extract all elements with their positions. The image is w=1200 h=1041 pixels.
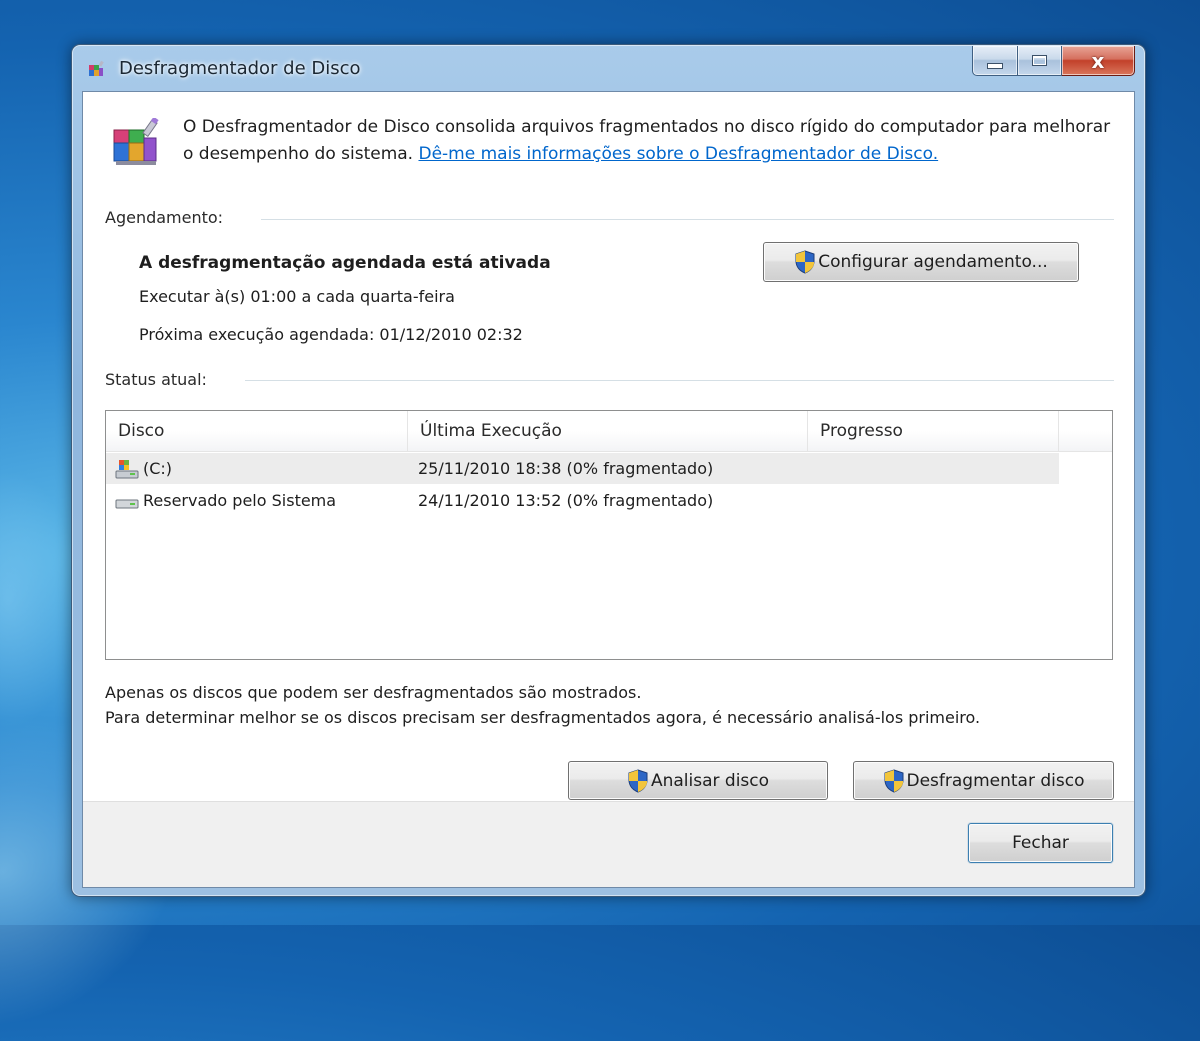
schedule-group-label: Agendamento:	[105, 208, 224, 227]
defrag-header-icon	[113, 118, 159, 165]
window-controls: x	[972, 46, 1135, 76]
minimize-button[interactable]	[972, 46, 1018, 76]
disk-row-c[interactable]: (C:) 25/11/2010 18:38 (0% fragmentado)	[106, 453, 1059, 484]
last-run-cell: 25/11/2010 18:38 (0% fragmentado)	[418, 459, 714, 478]
uac-shield-icon	[795, 250, 815, 274]
disk-list[interactable]: Disco Última Execução Progresso (C:) 25/…	[105, 410, 1113, 660]
column-header-disk[interactable]: Disco	[106, 411, 408, 451]
schedule-divider	[261, 219, 1114, 220]
dialog-footer: Fechar	[83, 801, 1134, 887]
window-title: Desfragmentador de Disco	[119, 58, 361, 79]
more-info-link[interactable]: Dê-me mais informações sobre o Desfragme…	[418, 144, 938, 164]
system-drive-icon	[115, 459, 139, 478]
configure-schedule-button[interactable]: Configurar agendamento...	[763, 242, 1079, 282]
configure-schedule-label: Configurar agendamento...	[818, 252, 1048, 272]
drive-icon	[115, 499, 139, 508]
defragment-disk-button[interactable]: Desfragmentar disco	[853, 761, 1114, 800]
disk-name: Reservado pelo Sistema	[143, 491, 337, 510]
window-client-area: O Desfragmentador de Disco consolida arq…	[82, 91, 1135, 888]
maximize-icon	[1032, 55, 1047, 66]
defrag-app-icon	[89, 60, 104, 76]
defragment-disk-label: Desfragmentar disco	[906, 770, 1085, 791]
uac-shield-icon	[628, 768, 648, 793]
minimize-icon	[987, 62, 1003, 69]
uac-shield-icon	[884, 768, 903, 793]
schedule-status: A desfragmentação agendada está ativada	[139, 253, 551, 273]
column-header-progress[interactable]: Progresso	[808, 411, 1059, 451]
next-run-time: Próxima execução agendada: 01/12/2010 02…	[139, 325, 523, 344]
disk-list-header: Disco Última Execução Progresso	[106, 411, 1112, 452]
column-header-last-run[interactable]: Última Execução	[408, 411, 808, 451]
close-window-button[interactable]: x	[1062, 46, 1135, 76]
analyze-disk-button[interactable]: Analisar disco	[568, 761, 828, 800]
desktop-light-streak	[0, 470, 80, 730]
status-divider	[245, 380, 1114, 381]
disk-name-cell: Reservado pelo Sistema	[114, 485, 336, 516]
app-description: O Desfragmentador de Disco consolida arq…	[183, 114, 1113, 168]
note-line-1: Apenas os discos que podem ser desfragme…	[105, 683, 642, 702]
note-line-2: Para determinar melhor se os discos prec…	[105, 708, 981, 727]
maximize-button[interactable]	[1018, 46, 1062, 76]
last-run-cell: 24/11/2010 13:52 (0% fragmentado)	[418, 491, 714, 510]
defrag-window: Desfragmentador de Disco x O Desfragment…	[71, 44, 1146, 897]
close-button[interactable]: Fechar	[968, 823, 1113, 863]
schedule-run-time: Executar à(s) 01:00 a cada quarta-feira	[139, 287, 455, 306]
disk-row-reserved[interactable]: Reservado pelo Sistema 24/11/2010 13:52 …	[106, 485, 1059, 516]
status-group-label: Status atual:	[105, 370, 207, 389]
close-icon: x	[1091, 48, 1105, 73]
disk-name-cell: (C:)	[114, 453, 172, 484]
disk-name: (C:)	[143, 459, 173, 478]
analyze-disk-label: Analisar disco	[650, 770, 770, 791]
